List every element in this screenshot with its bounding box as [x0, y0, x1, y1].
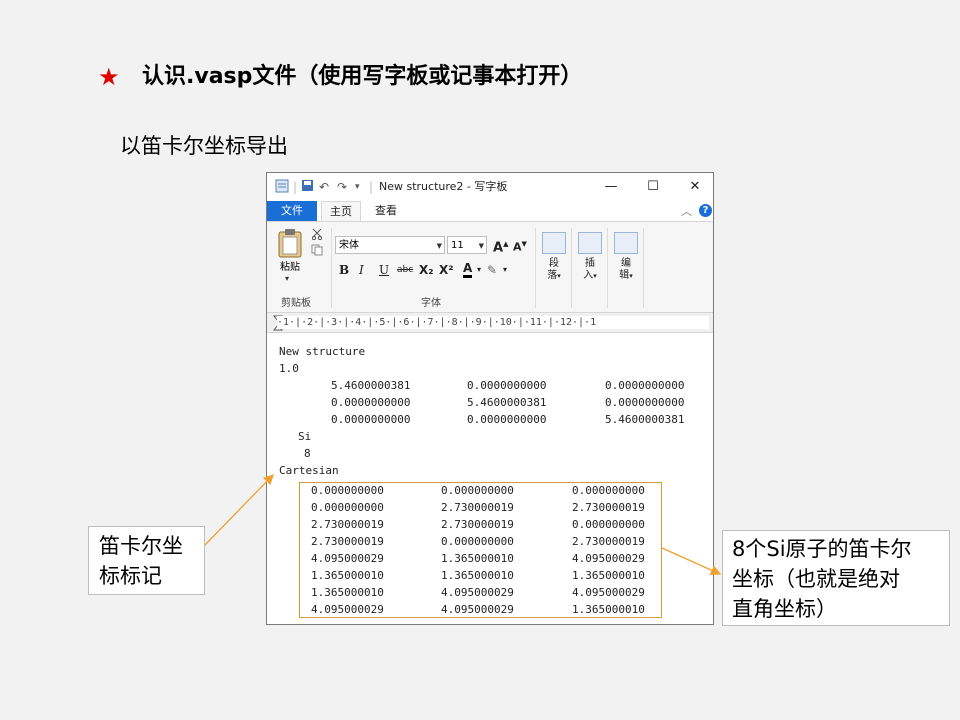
right-callout: 8个Si原子的笛卡尔 坐标（也就是绝对 直角坐标）	[722, 530, 950, 626]
left-callout: 笛卡尔坐 标标记	[88, 526, 205, 595]
right-callout-arrow	[661, 547, 722, 576]
right-callout-line: 直角坐标）	[732, 597, 837, 621]
right-callout-line: 8个Si原子的笛卡尔	[732, 537, 912, 561]
left-callout-line: 标标记	[99, 564, 162, 588]
left-callout-arrow	[204, 474, 274, 546]
right-callout-line: 坐标（也就是绝对	[732, 567, 900, 591]
left-callout-line: 笛卡尔坐	[99, 534, 183, 558]
